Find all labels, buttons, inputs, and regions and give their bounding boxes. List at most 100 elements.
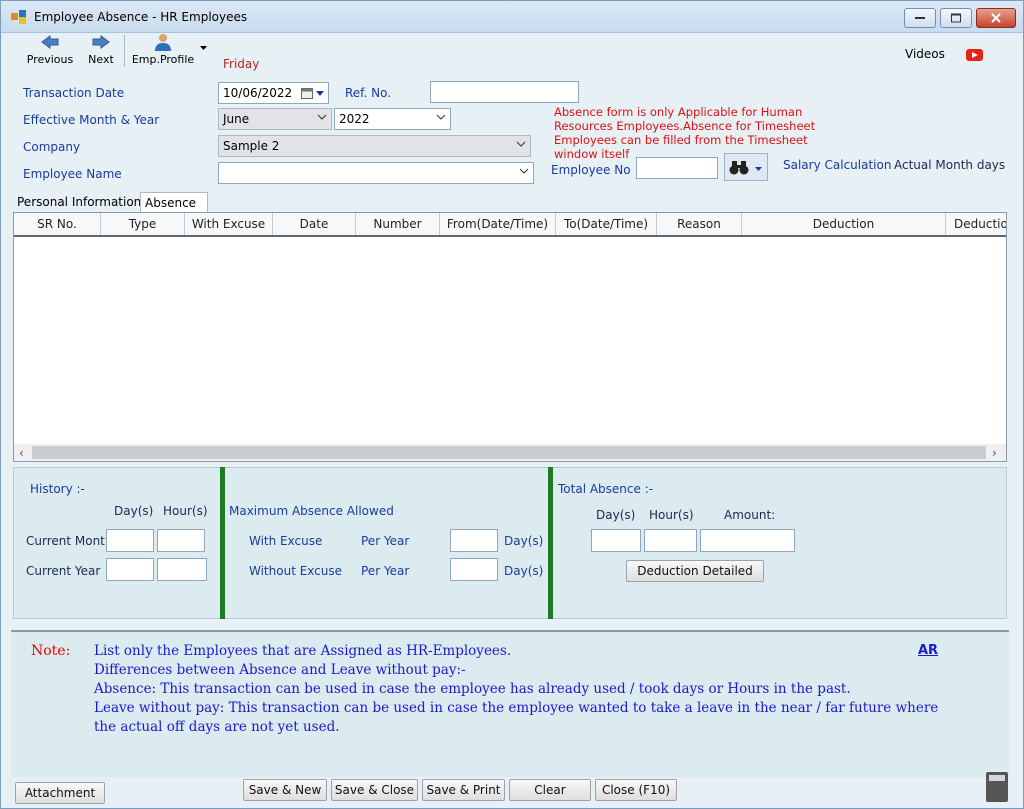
current-month-days-field[interactable] bbox=[106, 529, 154, 552]
note-line: Absence: This transaction can be used in… bbox=[94, 681, 851, 697]
total-days-field[interactable] bbox=[591, 529, 641, 552]
ref-no-label: Ref. No. bbox=[345, 86, 392, 100]
calendar-icon[interactable] bbox=[301, 87, 313, 99]
absence-grid[interactable]: SR No. Type With Excuse Date Number From… bbox=[13, 212, 1007, 462]
effective-month-year-label: Effective Month & Year bbox=[23, 113, 160, 127]
history-title: History :- bbox=[30, 482, 85, 496]
column-header[interactable]: SR No. bbox=[14, 213, 101, 235]
calculator-icon[interactable] bbox=[986, 772, 1008, 802]
chevron-down-icon bbox=[519, 168, 529, 174]
current-month-hours-field[interactable] bbox=[157, 529, 205, 552]
deduction-detailed-button[interactable]: Deduction Detailed bbox=[626, 560, 764, 582]
note-line: Differences between Absence and Leave wi… bbox=[94, 662, 466, 678]
year-select[interactable]: 2022 bbox=[334, 108, 451, 130]
section-divider bbox=[548, 467, 553, 619]
max-absence-title: Maximum Absence Allowed bbox=[229, 504, 394, 518]
actual-month-days-label: Actual Month days bbox=[894, 158, 1006, 172]
with-excuse-days-field[interactable] bbox=[450, 529, 498, 552]
chevron-down-icon[interactable] bbox=[316, 91, 324, 96]
videos-link[interactable]: Videos bbox=[905, 47, 945, 61]
arrow-left-icon bbox=[41, 35, 59, 49]
per-year-label: Per Year bbox=[361, 534, 410, 548]
current-year-hours-field[interactable] bbox=[157, 558, 207, 581]
ar-language-link[interactable]: AR bbox=[918, 643, 938, 658]
column-header[interactable]: Type bbox=[101, 213, 185, 235]
grid-header: SR No. Type With Excuse Date Number From… bbox=[14, 213, 1006, 237]
close-window-button[interactable] bbox=[976, 8, 1016, 28]
window-title: Employee Absence - HR Employees bbox=[34, 10, 248, 24]
dropdown-arrow-icon[interactable] bbox=[200, 46, 207, 50]
chevron-down-icon bbox=[317, 114, 327, 120]
employee-no-input[interactable] bbox=[636, 157, 718, 179]
previous-button[interactable]: Previous bbox=[19, 33, 81, 70]
note-label: Note: bbox=[31, 643, 71, 659]
app-window: Employee Absence - HR Employees Previous… bbox=[0, 0, 1024, 809]
without-excuse-days-field[interactable] bbox=[450, 558, 498, 581]
close-icon bbox=[991, 13, 1001, 23]
save-print-button[interactable]: Save & Print bbox=[422, 779, 505, 801]
chevron-down-icon bbox=[755, 167, 762, 171]
employee-search-button[interactable] bbox=[724, 153, 768, 181]
binoculars-icon bbox=[729, 161, 749, 175]
note-line: the actual off days are not yet used. bbox=[94, 719, 340, 735]
horizontal-scrollbar[interactable]: ‹ › bbox=[14, 444, 1006, 461]
salary-calculation-label: Salary Calculation bbox=[783, 158, 892, 172]
history-hours-label: Hour(s) bbox=[163, 504, 208, 518]
maximize-icon bbox=[951, 13, 961, 23]
column-header[interactable]: Number bbox=[356, 213, 440, 235]
total-hours-label: Hour(s) bbox=[649, 508, 694, 522]
days-unit-label: Day(s) bbox=[504, 534, 544, 548]
month-select[interactable]: June bbox=[218, 108, 332, 130]
ref-no-input[interactable] bbox=[430, 81, 579, 103]
note-line: List only the Employees that are Assigne… bbox=[94, 643, 512, 659]
current-year-label: Current Year bbox=[26, 564, 101, 578]
scrollbar-thumb[interactable] bbox=[32, 446, 986, 459]
close-button[interactable]: Close (F10) bbox=[595, 779, 677, 801]
save-new-button[interactable]: Save & New bbox=[243, 779, 327, 801]
minimize-button[interactable] bbox=[904, 8, 936, 28]
total-amount-field[interactable] bbox=[700, 529, 795, 552]
chevron-right-icon[interactable]: › bbox=[992, 446, 997, 460]
transaction-date-label: Transaction Date bbox=[23, 86, 125, 100]
clear-button[interactable]: Clear bbox=[509, 779, 591, 801]
transaction-date-field[interactable]: 10/06/2022 bbox=[218, 82, 329, 104]
section-divider bbox=[220, 467, 225, 619]
hr-only-warning: Absence form is only Applicable for Huma… bbox=[554, 105, 816, 161]
current-month-label: Current Month bbox=[26, 534, 113, 548]
current-year-days-field[interactable] bbox=[106, 558, 154, 581]
per-year-label: Per Year bbox=[361, 564, 410, 578]
note-line: Leave without pay: This transaction can … bbox=[94, 700, 939, 716]
with-excuse-label: With Excuse bbox=[249, 534, 323, 548]
chevron-down-icon bbox=[436, 114, 446, 120]
total-absence-title: Total Absence :- bbox=[558, 482, 654, 496]
title-bar: Employee Absence - HR Employees bbox=[1, 1, 1023, 33]
total-hours-field[interactable] bbox=[644, 529, 697, 552]
save-close-button[interactable]: Save & Close bbox=[331, 779, 418, 801]
column-header[interactable]: From(Date/Time) bbox=[440, 213, 556, 235]
company-label: Company bbox=[23, 140, 81, 154]
next-button[interactable]: Next bbox=[81, 33, 121, 70]
youtube-icon[interactable] bbox=[966, 49, 983, 61]
app-icon bbox=[11, 10, 26, 24]
maximize-button[interactable] bbox=[940, 8, 972, 28]
tab-personal-information[interactable]: Personal Information bbox=[13, 192, 141, 213]
tab-absence[interactable]: Absence bbox=[140, 192, 208, 213]
column-header[interactable]: To(Date/Time) bbox=[556, 213, 657, 235]
weekday-label: Friday bbox=[223, 57, 260, 71]
employee-name-select[interactable] bbox=[218, 162, 534, 184]
days-unit-label: Day(s) bbox=[504, 564, 544, 578]
chevron-left-icon[interactable]: ‹ bbox=[19, 446, 24, 460]
column-header[interactable]: Deductio bbox=[946, 213, 1006, 235]
column-header[interactable]: With Excuse bbox=[185, 213, 273, 235]
company-select[interactable]: Sample 2 bbox=[218, 135, 531, 157]
attachment-button[interactable]: Attachment bbox=[15, 782, 105, 804]
column-header[interactable]: Reason bbox=[657, 213, 742, 235]
emp-profile-button[interactable]: Emp.Profile bbox=[129, 33, 197, 70]
toolbar: Previous Next Emp.Profile bbox=[11, 33, 216, 70]
column-header[interactable]: Deduction bbox=[742, 213, 946, 235]
chevron-down-icon bbox=[516, 141, 526, 147]
employee-no-label: Employee No bbox=[551, 163, 631, 177]
history-days-label: Day(s) bbox=[114, 504, 154, 518]
total-days-label: Day(s) bbox=[596, 508, 636, 522]
column-header[interactable]: Date bbox=[273, 213, 356, 235]
